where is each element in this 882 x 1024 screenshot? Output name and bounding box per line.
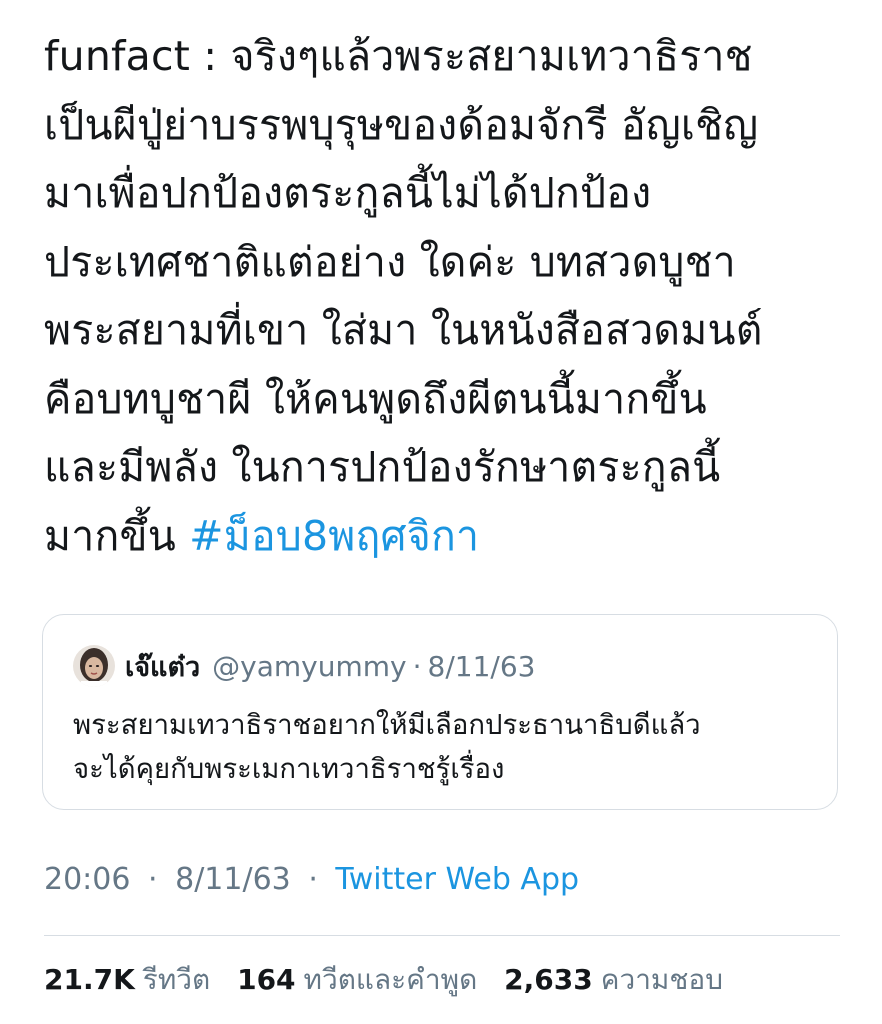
quoted-author-handle[interactable]: @yamyummy xyxy=(212,650,406,683)
tweet-text: funfact : จริงๆแล้วพระสยามเทวาธิราช เป็น… xyxy=(44,22,844,570)
quoted-tweet-line: พระสยามเทวาธิราชอยากให้มีเลือกประธานาธิบ… xyxy=(73,709,701,741)
tweet-metadata: 20:06 · 8/11/63 · Twitter Web App xyxy=(44,862,579,897)
separator-dot: · xyxy=(308,862,318,897)
quoted-tweet-date[interactable]: 8/11/63 xyxy=(428,650,536,683)
tweet-time[interactable]: 20:06 xyxy=(44,862,130,897)
tweet-text-line: และมีพลัง ในการปกป้องรักษาตระกูลนี้ xyxy=(44,443,721,491)
quoted-tweet-header: เจ๊แต๋ว @yamyummy · 8/11/63 xyxy=(73,643,535,689)
quoted-tweet-text: พระสยามเทวาธิราชอยากให้มีเลือกประธานาธิบ… xyxy=(73,703,813,791)
tweet-text-line: คือบทบูชาผี ให้คนพูดถึงผีตนนี้มากขึ้น xyxy=(44,374,707,423)
avatar[interactable] xyxy=(73,645,115,687)
quote-tweets-stat[interactable]: 164 ทวีตและคำพูด xyxy=(237,958,477,1002)
divider xyxy=(44,935,840,936)
retweets-count: 21.7K xyxy=(44,963,135,996)
tweet-text-line: พระสยามที่เขา ใส่มา ในหนังสือสวดมนต์ xyxy=(44,306,763,354)
tweet-text-line: มาเพื่อปกป้องตระกูลนี้ไม่ได้ปกป้อง xyxy=(44,169,652,217)
quoted-tweet-line: จะได้คุยกับพระเมกาเทวาธิราชรู้เรื่อง xyxy=(73,753,505,785)
quote-tweets-count: 164 xyxy=(237,963,296,996)
tweet-text-line: funfact : จริงๆแล้วพระสยามเทวาธิราช xyxy=(44,32,753,80)
tweet-source-link[interactable]: Twitter Web App xyxy=(335,862,579,897)
quote-tweets-label: ทวีตและคำพูด xyxy=(303,963,478,996)
avatar-image xyxy=(73,645,115,687)
likes-label: ความชอบ xyxy=(600,963,723,996)
tweet-text-line: ประเทศชาติแต่อย่าง ใดค่ะ บทสวดบูชา xyxy=(44,237,736,286)
retweets-label: รีทวีต xyxy=(142,963,211,996)
tweet-text-fragment: มากขึ้น xyxy=(44,511,176,560)
tweet-text-last-line: มากขึ้น #ม็อบ8พฤศจิกา xyxy=(44,502,844,571)
hashtag-link[interactable]: #ม็อบ8พฤศจิกา xyxy=(189,512,479,560)
separator-dot: · xyxy=(412,649,422,683)
quoted-author-name[interactable]: เจ๊แต๋ว xyxy=(125,645,200,688)
quoted-tweet-card[interactable]: เจ๊แต๋ว @yamyummy · 8/11/63 พระสยามเทวาธ… xyxy=(42,614,838,810)
tweet-date[interactable]: 8/11/63 xyxy=(175,862,291,897)
likes-stat[interactable]: 2,633 ความชอบ xyxy=(504,958,723,1002)
tweet-stats: 21.7K รีทวีต 164 ทวีตและคำพูด 2,633 ความชอบ xyxy=(44,958,741,1002)
likes-count: 2,633 xyxy=(504,963,593,996)
separator-dot: · xyxy=(148,862,158,897)
retweets-stat[interactable]: 21.7K รีทวีต xyxy=(44,958,210,1002)
tweet-text-line: เป็นผีปู่ย่าบรรพบุรุษของด้อมจักรี อัญเชิ… xyxy=(44,100,759,149)
